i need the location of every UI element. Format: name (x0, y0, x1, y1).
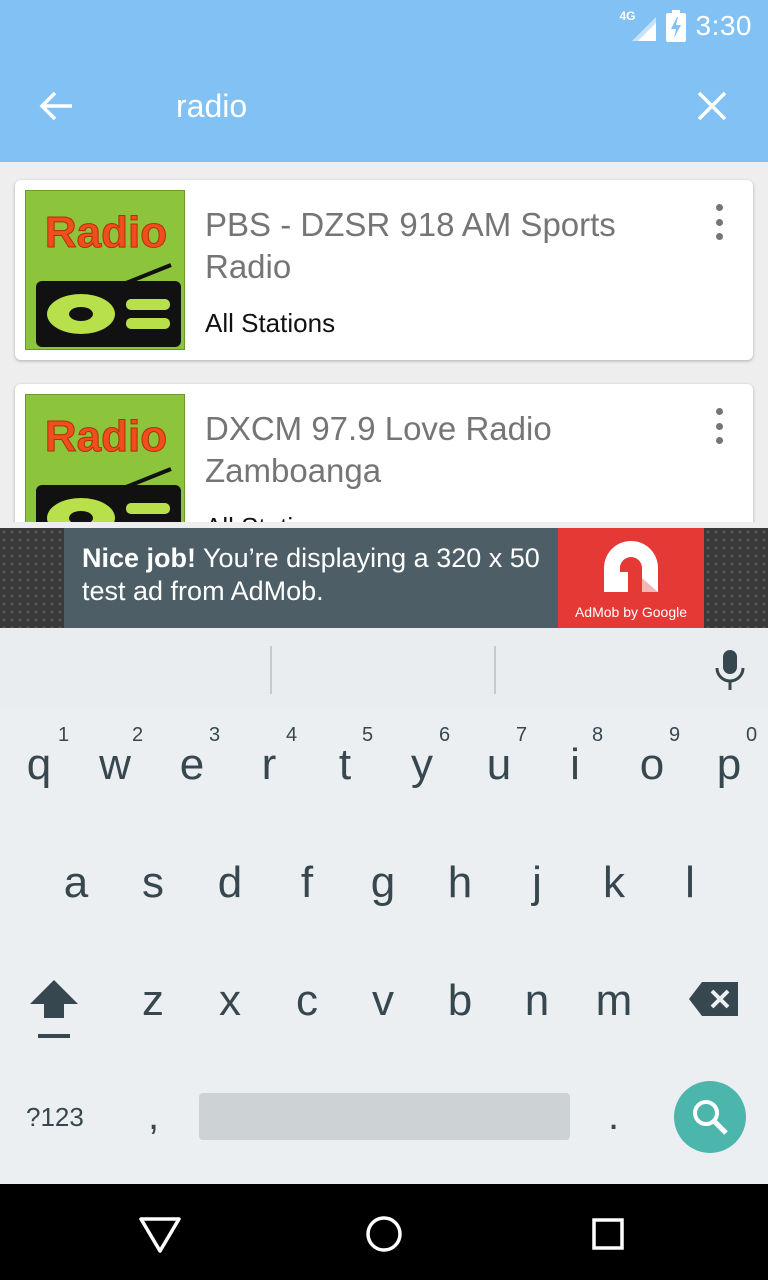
microphone-icon[interactable] (712, 648, 748, 692)
status-bar: 4G 3:30 (620, 8, 753, 44)
list-item[interactable]: Radio DXCM 97.9 Love Radio Zamboanga All… (15, 384, 753, 522)
shift-icon[interactable] (28, 978, 80, 1042)
period-key[interactable]: . (608, 1094, 619, 1139)
nav-back-icon[interactable] (138, 1212, 182, 1256)
app-bar: 4G 3:30 radio (0, 0, 768, 162)
comma-key[interactable]: , (148, 1094, 159, 1139)
admob-brand-label: AdMob by Google (574, 604, 688, 620)
arrow-back-icon (39, 91, 72, 121)
key-x[interactable]: x (209, 976, 251, 1026)
station-category: All Stations (205, 308, 336, 338)
key-v[interactable]: v (362, 976, 404, 1026)
ad-headline: Nice job! (82, 543, 197, 573)
back-button[interactable] (30, 80, 82, 132)
station-title: PBS - DZSR 918 AM Sports Radio (205, 206, 616, 285)
key-w[interactable]: w2 (94, 724, 143, 790)
search-input[interactable]: radio (176, 88, 247, 125)
suggestion-strip (0, 628, 768, 708)
ad-text: Nice job! You’re displaying a 320 x 50 t… (64, 528, 558, 628)
key-e[interactable]: e3 (171, 724, 220, 790)
key-i[interactable]: i8 (554, 724, 603, 790)
suggestion-divider (270, 646, 272, 694)
soft-keyboard: q1 w2 e3 r4 t5 y6 u7 i8 o9 p0 a s d f g … (0, 628, 768, 1184)
key-s[interactable]: s (132, 858, 174, 908)
space-bar[interactable] (199, 1093, 570, 1140)
key-p[interactable]: p0 (708, 724, 757, 790)
station-logo: Radio (25, 190, 185, 350)
search-icon (693, 1100, 728, 1135)
battery-charging-icon (665, 10, 686, 42)
list-item[interactable]: Radio PBS - DZSR 918 AM Sports Radio All… (15, 180, 753, 360)
key-h[interactable]: h (439, 858, 481, 908)
more-options-icon[interactable] (703, 202, 735, 242)
key-l[interactable]: l (669, 858, 711, 908)
key-a[interactable]: a (55, 858, 97, 908)
signal-icon: 4G (620, 9, 656, 41)
admob-icon (604, 541, 658, 592)
key-z[interactable]: z (132, 976, 174, 1026)
key-g[interactable]: g (362, 858, 404, 908)
key-t[interactable]: t5 (324, 724, 373, 790)
suggestion-divider (494, 646, 496, 694)
nav-recents-icon[interactable] (586, 1212, 630, 1256)
ad-banner[interactable]: Nice job! You’re displaying a 320 x 50 t… (0, 528, 768, 628)
key-c[interactable]: c (286, 976, 328, 1026)
station-title: DXCM 97.9 Love Radio Zamboanga (205, 410, 552, 489)
key-u[interactable]: u7 (478, 724, 527, 790)
key-o[interactable]: o9 (631, 724, 680, 790)
system-nav-bar (0, 1184, 768, 1280)
svg-text:Radio: Radio (45, 208, 167, 257)
station-logo: Radio (25, 394, 185, 522)
key-y[interactable]: y6 (401, 724, 450, 790)
key-q[interactable]: q1 (18, 724, 69, 790)
nav-home-icon[interactable] (362, 1212, 406, 1256)
key-d[interactable]: d (209, 858, 251, 908)
backspace-icon[interactable] (688, 980, 740, 1018)
key-j[interactable]: j (516, 858, 558, 908)
key-m[interactable]: m (593, 976, 635, 1026)
key-k[interactable]: k (593, 858, 635, 908)
key-r[interactable]: r4 (248, 724, 297, 790)
results-list: Radio PBS - DZSR 918 AM Sports Radio All… (0, 162, 768, 522)
station-category: All Stations (205, 512, 335, 522)
key-n[interactable]: n (516, 976, 558, 1026)
key-b[interactable]: b (439, 976, 481, 1026)
more-options-icon[interactable] (703, 406, 735, 446)
key-f[interactable]: f (286, 858, 328, 908)
search-action-key[interactable] (674, 1081, 746, 1153)
clock: 3:30 (695, 10, 752, 41)
svg-text:Radio: Radio (45, 412, 167, 461)
admob-logo: AdMob by Google (558, 528, 704, 628)
clear-search-button[interactable] (686, 80, 738, 132)
symbols-key[interactable]: ?123 (26, 1102, 84, 1133)
close-icon (697, 91, 727, 121)
